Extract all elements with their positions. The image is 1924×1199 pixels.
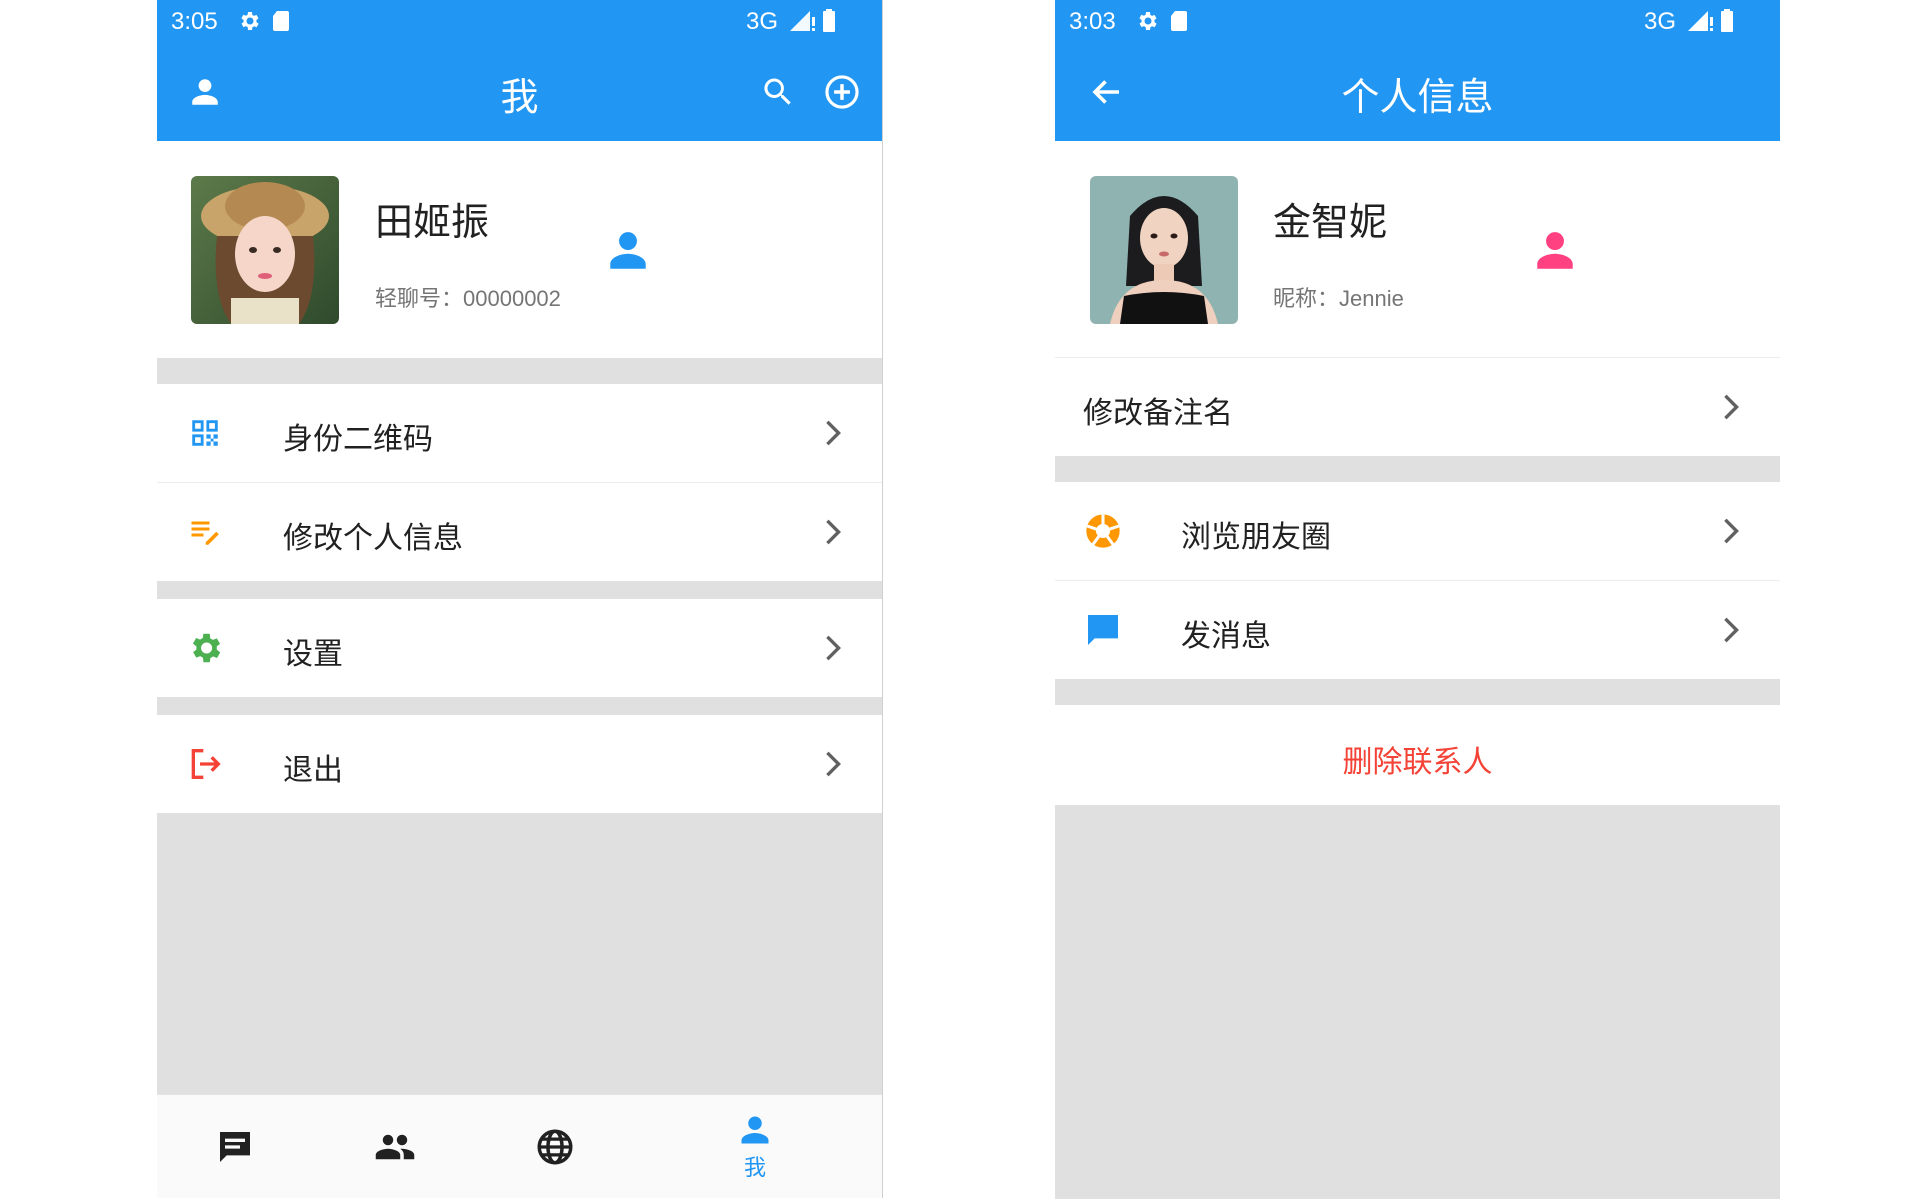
menu-item-label: 修改个人信息 bbox=[283, 521, 463, 556]
account-id-value: 00000002 bbox=[463, 286, 561, 311]
row-label: 浏览朋友圈 bbox=[1181, 520, 1331, 555]
chevron-right-icon bbox=[826, 420, 841, 446]
add-circle-icon bbox=[825, 75, 859, 109]
settings-status-icon bbox=[1135, 9, 1159, 37]
nickname-label: 昵称： bbox=[1273, 287, 1340, 312]
qr-code-icon bbox=[185, 413, 225, 453]
search-icon bbox=[764, 78, 791, 105]
account-id-label: 轻聊号： bbox=[375, 287, 464, 312]
menu-item-qr-code[interactable]: 身份二维码 bbox=[157, 384, 882, 482]
chevron-right-icon bbox=[826, 519, 841, 545]
section-gap bbox=[1055, 456, 1780, 482]
nav-me-label: 我 bbox=[743, 1156, 766, 1181]
moments-aperture-icon bbox=[1083, 511, 1123, 551]
avatar bbox=[1090, 176, 1238, 324]
chevron-right-icon bbox=[826, 751, 841, 777]
browse-moments-row[interactable]: 浏览朋友圈 bbox=[1055, 482, 1780, 580]
nickname: 昵称：Jennie bbox=[1273, 281, 1404, 313]
contact-profile-card: 金智妮 昵称：Jennie bbox=[1055, 141, 1780, 357]
delete-contact-button[interactable]: 删除联系人 bbox=[1055, 705, 1780, 805]
delete-contact-label: 删除联系人 bbox=[1342, 745, 1493, 780]
add-button[interactable] bbox=[820, 70, 864, 114]
row-label: 发消息 bbox=[1181, 619, 1271, 654]
section-gap bbox=[157, 581, 882, 599]
person-icon bbox=[741, 1116, 769, 1144]
menu-item-label: 身份二维码 bbox=[283, 422, 433, 457]
status-time: 3:05 bbox=[171, 8, 218, 35]
status-bar: 3:03 3G bbox=[1055, 0, 1780, 42]
me-screen: 3:05 3G 我 田姬振 轻聊号：00000002 身份二维码 修改个人信息 … bbox=[157, 0, 883, 1198]
menu-item-label: 退出 bbox=[283, 753, 343, 788]
network-type: 3G bbox=[1643, 8, 1676, 35]
message-bubble-icon bbox=[1083, 610, 1123, 650]
menu-item-edit-profile[interactable]: 修改个人信息 bbox=[157, 483, 882, 581]
send-message-row[interactable]: 发消息 bbox=[1055, 581, 1780, 679]
contacts-icon bbox=[375, 1134, 415, 1160]
page-title: 个人信息 bbox=[1341, 75, 1494, 119]
male-gender-icon bbox=[603, 225, 653, 275]
row-label: 修改备注名 bbox=[1083, 396, 1233, 431]
menu-item-label: 设置 bbox=[283, 637, 343, 672]
app-bar: 个人信息 bbox=[1055, 42, 1780, 141]
sd-card-icon bbox=[1169, 9, 1189, 37]
chat-icon bbox=[220, 1132, 250, 1162]
logout-icon bbox=[185, 744, 225, 784]
search-button[interactable] bbox=[756, 70, 800, 114]
profile-card[interactable]: 田姬振 轻聊号：00000002 bbox=[157, 141, 882, 358]
settings-status-icon bbox=[237, 9, 261, 37]
signal-icon bbox=[788, 9, 818, 37]
account-id: 轻聊号：00000002 bbox=[375, 281, 561, 313]
empty-area bbox=[1055, 805, 1780, 1199]
app-bar: 我 bbox=[157, 42, 882, 141]
menu-item-settings[interactable]: 设置 bbox=[157, 599, 882, 697]
female-gender-icon bbox=[1530, 225, 1580, 275]
status-bar: 3:05 3G bbox=[157, 0, 882, 42]
chevron-right-icon bbox=[1724, 617, 1739, 643]
network-type: 3G bbox=[745, 8, 778, 35]
nav-contacts[interactable] bbox=[335, 1095, 455, 1198]
nickname-value: Jennie bbox=[1339, 286, 1404, 311]
chevron-right-icon bbox=[1724, 518, 1739, 544]
sd-card-icon bbox=[271, 9, 291, 37]
nav-me[interactable]: 我 bbox=[695, 1095, 815, 1198]
profile-name: 田姬振 bbox=[375, 200, 490, 244]
nav-discover[interactable] bbox=[495, 1095, 615, 1198]
menu-item-logout[interactable]: 退出 bbox=[157, 715, 882, 813]
avatar bbox=[191, 176, 339, 324]
edit-remark-row[interactable]: 修改备注名 bbox=[1055, 358, 1780, 456]
globe-icon bbox=[537, 1129, 573, 1165]
chevron-right-icon bbox=[826, 635, 841, 661]
status-time: 3:03 bbox=[1069, 8, 1116, 35]
battery-icon bbox=[822, 9, 836, 37]
contact-name: 金智妮 bbox=[1273, 200, 1388, 244]
battery-icon bbox=[1720, 9, 1734, 37]
signal-icon bbox=[1686, 9, 1716, 37]
section-gap bbox=[1055, 679, 1780, 705]
edit-note-icon bbox=[185, 512, 225, 552]
empty-area bbox=[157, 813, 882, 1094]
settings-gear-icon bbox=[185, 628, 225, 668]
bottom-navigation: 我 bbox=[157, 1094, 882, 1198]
chevron-right-icon bbox=[1724, 394, 1739, 420]
section-gap bbox=[157, 697, 882, 715]
section-gap bbox=[157, 358, 882, 384]
contact-info-screen: 3:03 3G 个人信息 金智妮 昵称：Jennie 修改备注名 浏览朋友圈 发… bbox=[1055, 0, 1780, 1199]
nav-chats[interactable] bbox=[175, 1095, 295, 1198]
